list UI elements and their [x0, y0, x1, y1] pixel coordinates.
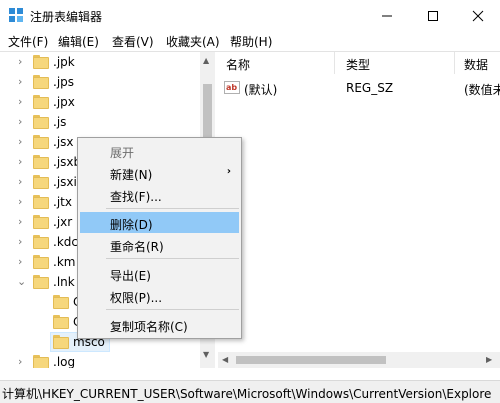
scroll-right-icon[interactable]: ▶: [486, 355, 492, 364]
submenu-arrow-icon: ›: [226, 166, 231, 177]
value-list[interactable]: 名称 类型 数据 ab (默认) REG_SZ (数值未: [218, 52, 500, 368]
tree-item-label: .jxr: [53, 215, 73, 229]
scroll-down-icon[interactable]: ▼: [203, 350, 209, 359]
scroll-thumb[interactable]: [236, 356, 386, 364]
folder-icon: [33, 55, 49, 69]
folder-icon: [33, 155, 49, 169]
tree-item[interactable]: › .js: [0, 112, 200, 132]
folder-icon: [33, 215, 49, 229]
menu-item-expand: 展开: [110, 146, 135, 160]
column-header-name[interactable]: 名称: [226, 52, 250, 74]
menu-item-copy-key-name[interactable]: 复制项名称(C): [80, 314, 239, 335]
menu-edit[interactable]: 编辑(E): [58, 33, 99, 50]
folder-open-icon: [33, 275, 49, 289]
menu-favorites[interactable]: 收藏夹(A): [166, 33, 220, 50]
chevron-right-icon[interactable]: ›: [18, 176, 28, 188]
table-row[interactable]: ab (默认) REG_SZ (数值未: [218, 78, 500, 98]
chevron-right-icon[interactable]: ›: [18, 136, 28, 148]
tree-item-label: .kdc: [53, 235, 78, 249]
menu-item-permissions[interactable]: 权限(P)...: [80, 285, 239, 306]
value-name: (默认): [244, 83, 278, 97]
menu-bar: 文件(F) 编辑(E) 查看(V) 收藏夹(A) 帮助(H): [0, 31, 500, 51]
folder-icon: [33, 175, 49, 189]
title-bar: 注册表编辑器: [0, 0, 500, 31]
menu-item-export[interactable]: 导出(E): [80, 263, 239, 284]
folder-icon: [33, 235, 49, 249]
folder-icon: [53, 315, 69, 329]
menu-separator: [106, 208, 239, 209]
context-menu: 展开 新建(N) › 查找(F)... 删除(D) 重命名(R) 导出(E) 权…: [77, 137, 242, 339]
folder-icon: [53, 295, 69, 309]
close-icon: [472, 10, 484, 21]
chevron-down-icon[interactable]: ⌄: [17, 276, 27, 288]
column-separator[interactable]: [454, 52, 455, 74]
list-scrollbar[interactable]: ◀ ▶: [218, 352, 500, 368]
folder-icon: [53, 335, 69, 349]
chevron-right-icon[interactable]: ›: [18, 356, 28, 368]
tree-item-label: .log: [53, 355, 76, 368]
tree-item-label: .jpk: [53, 55, 75, 69]
maximize-button[interactable]: [410, 0, 456, 31]
folder-icon: [33, 115, 49, 129]
folder-icon: [33, 195, 49, 209]
tree-item[interactable]: › .jpx: [0, 92, 200, 112]
column-separator[interactable]: [334, 52, 335, 74]
chevron-right-icon[interactable]: ›: [18, 76, 28, 88]
scroll-up-icon[interactable]: ▲: [203, 56, 209, 65]
folder-icon: [33, 255, 49, 269]
chevron-right-icon[interactable]: ›: [18, 256, 28, 268]
folder-icon: [33, 135, 49, 149]
menu-help[interactable]: 帮助(H): [230, 33, 272, 50]
menu-file[interactable]: 文件(F): [8, 33, 48, 50]
window-title: 注册表编辑器: [30, 10, 103, 24]
chevron-right-icon[interactable]: ›: [18, 116, 28, 128]
tree-item-label: .jps: [53, 75, 75, 89]
chevron-right-icon[interactable]: ›: [18, 56, 28, 68]
folder-icon: [33, 95, 49, 109]
scroll-left-icon[interactable]: ◀: [222, 355, 228, 364]
tree-item[interactable]: › .jpk: [0, 52, 200, 72]
tree-item[interactable]: › .jps: [0, 72, 200, 92]
tree-item-label: .jpx: [53, 95, 75, 109]
tree-item-label: .lnk: [53, 275, 75, 289]
registry-path: 计算机\HKEY_CURRENT_USER\Software\Microsoft…: [2, 387, 492, 401]
chevron-right-icon[interactable]: ›: [18, 196, 28, 208]
menu-view[interactable]: 查看(V): [112, 33, 154, 50]
maximize-icon: [428, 10, 438, 21]
status-bar: 计算机\HKEY_CURRENT_USER\Software\Microsoft…: [0, 380, 500, 403]
menu-item-find[interactable]: 查找(F)...: [80, 184, 239, 205]
menu-item-new[interactable]: 新建(N) ›: [80, 162, 239, 183]
tree-item-label: .js: [53, 115, 67, 129]
close-button[interactable]: [456, 0, 500, 31]
column-header-type[interactable]: 类型: [346, 52, 370, 74]
chevron-right-icon[interactable]: ›: [18, 156, 28, 168]
tree-item-label: .jsx: [53, 135, 74, 149]
column-header-data[interactable]: 数据: [464, 52, 488, 74]
string-value-icon: ab: [224, 81, 240, 94]
tree-item[interactable]: › .log: [0, 352, 200, 368]
minimize-button[interactable]: [364, 0, 410, 31]
tree-item-label: .km: [53, 255, 76, 269]
menu-separator: [106, 309, 239, 310]
value-type: REG_SZ: [346, 81, 394, 95]
folder-icon: [33, 355, 49, 368]
tree-item-label: .jtx: [53, 195, 72, 209]
chevron-right-icon[interactable]: ›: [18, 216, 28, 228]
folder-icon: [33, 75, 49, 89]
chevron-right-icon[interactable]: ›: [18, 96, 28, 108]
tree-item-label: .jsxi: [53, 175, 77, 189]
value-data: (数值未: [464, 83, 500, 97]
chevron-right-icon[interactable]: ›: [18, 236, 28, 248]
regedit-app-icon: [9, 8, 23, 22]
menu-item-delete[interactable]: 删除(D): [80, 212, 239, 233]
menu-separator: [106, 258, 239, 259]
minimize-icon: [382, 15, 392, 16]
menu-item-rename[interactable]: 重命名(R): [80, 234, 239, 255]
